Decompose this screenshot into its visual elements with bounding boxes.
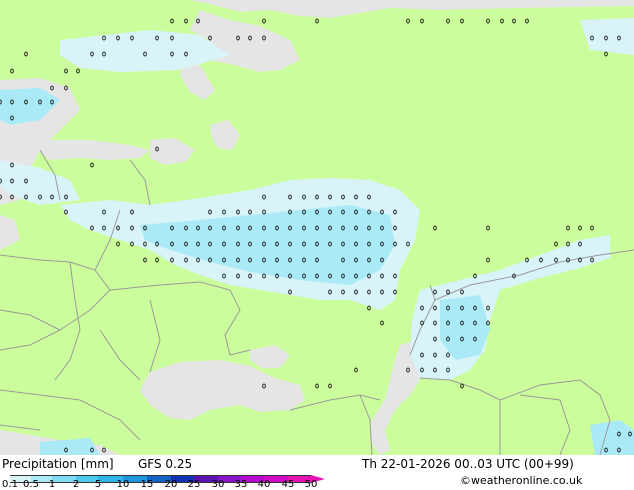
scale-tick-label: 25 [187, 479, 201, 490]
scale-tick-label: 10 [116, 479, 130, 490]
scale-tick-label: 0.1 [2, 479, 18, 490]
scale-tick-label: 45 [281, 479, 295, 490]
credit: ©weatheronline.co.uk [460, 474, 583, 487]
scale-tick-label: 5 [94, 479, 102, 490]
scale-tick-label: 1 [48, 479, 56, 490]
scale-tick-label: 50 [304, 479, 318, 490]
model-name: GFS 0.25 [138, 457, 193, 471]
scale-tick-label: 2 [72, 479, 80, 490]
scale-tick-label: 40 [257, 479, 271, 490]
scale-tick-label: 35 [234, 479, 248, 490]
weather-map-page: Precipitation [mm] GFS 0.25 Th 22-01-202… [0, 0, 634, 490]
scale-tick-label: 0.5 [23, 479, 39, 490]
scale-tick-label: 15 [140, 479, 154, 490]
valid-time: Th 22-01-2026 00..03 UTC (00+99) [362, 457, 574, 471]
scale-tick-label: 30 [211, 479, 225, 490]
map-title: Precipitation [mm] [2, 457, 114, 471]
precipitation-map [0, 0, 634, 455]
scale-tick-label: 20 [164, 479, 178, 490]
